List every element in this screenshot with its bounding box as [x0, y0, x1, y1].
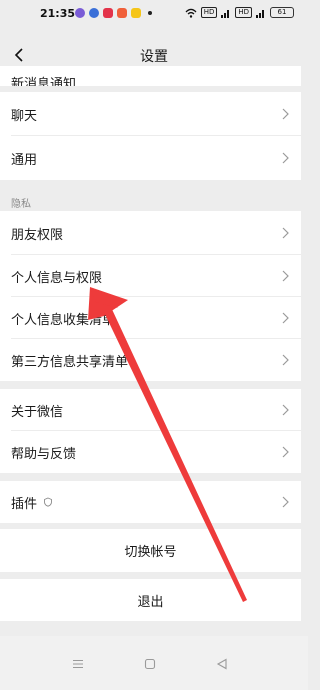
chevron-right-icon — [282, 227, 289, 239]
row-label: 通用 — [11, 152, 38, 168]
battery-indicator: 61 — [270, 7, 294, 18]
status-indicators: HD HD 61 — [185, 7, 294, 18]
row-label: 第三方信息共享清单 — [11, 354, 129, 370]
settings-row-message-notifications[interactable]: 新消息通知 — [0, 66, 301, 86]
triangle-back-icon — [216, 658, 227, 670]
chevron-right-icon — [282, 446, 289, 458]
row-label: 聊天 — [11, 108, 38, 124]
settings-screen: 21:35 HD HD 61 设置 新消息通知 聊天 通用 隐私 朋友权限 个人… — [0, 0, 308, 690]
row-label: 新消息通知 — [11, 77, 77, 86]
settings-row-help-feedback[interactable]: 帮助与反馈 — [0, 431, 301, 473]
notification-app-icon — [75, 8, 85, 18]
settings-row-personal-info-collection[interactable]: 个人信息收集清单 — [0, 297, 301, 339]
page-title: 设置 — [140, 49, 168, 65]
notification-app-icon — [103, 8, 113, 18]
row-label: 个人信息与权限 — [11, 270, 103, 286]
chevron-right-icon — [282, 152, 289, 164]
status-bar: 21:35 HD HD 61 — [0, 0, 308, 26]
settings-row-chat[interactable]: 聊天 — [0, 92, 301, 136]
status-time: 21:35 — [40, 7, 76, 20]
chevron-right-icon — [282, 312, 289, 324]
row-label: 退出 — [137, 594, 164, 610]
notification-app-icon — [117, 8, 127, 18]
row-label: 帮助与反馈 — [11, 446, 77, 462]
row-label: 插件 — [11, 496, 38, 512]
signal-icon-2 — [256, 9, 264, 18]
row-label: 关于微信 — [11, 404, 64, 420]
settings-row-friend-permissions[interactable]: 朋友权限 — [0, 211, 301, 255]
settings-row-personal-info-permissions[interactable]: 个人信息与权限 — [0, 255, 301, 297]
notification-app-icon — [131, 8, 141, 18]
menu-icon — [73, 659, 83, 669]
logout-button[interactable]: 退出 — [0, 579, 301, 621]
row-label: 个人信息收集清单 — [11, 312, 116, 328]
hd-badge: HD — [200, 7, 218, 18]
row-label: 朋友权限 — [11, 227, 64, 243]
square-icon — [144, 658, 156, 670]
settings-row-plugins[interactable]: 插件 — [0, 481, 301, 523]
system-navigation-bar — [0, 636, 308, 690]
settings-row-general[interactable]: 通用 — [0, 136, 301, 180]
chevron-right-icon — [282, 270, 289, 282]
chevron-right-icon — [282, 354, 289, 366]
row-label: 切换帐号 — [124, 545, 177, 560]
signal-icon — [221, 9, 230, 18]
settings-row-about-wechat[interactable]: 关于微信 — [0, 389, 301, 431]
chevron-right-icon — [282, 108, 289, 120]
back-nav-button[interactable] — [214, 656, 230, 672]
section-header-privacy: 隐私 — [11, 199, 31, 210]
notification-app-icon — [89, 8, 99, 18]
wifi-icon — [185, 8, 197, 18]
chevron-right-icon — [282, 496, 289, 508]
settings-row-third-party-sharing[interactable]: 第三方信息共享清单 — [0, 339, 301, 381]
more-notifications-icon — [148, 11, 152, 15]
notification-icons — [75, 8, 152, 18]
hd-badge-2: HD — [235, 7, 252, 18]
switch-account-button[interactable]: 切换帐号 — [0, 529, 301, 572]
chevron-right-icon — [282, 404, 289, 416]
menu-nav-button[interactable] — [70, 656, 86, 672]
home-nav-button[interactable] — [142, 656, 158, 672]
shield-icon — [44, 497, 52, 507]
